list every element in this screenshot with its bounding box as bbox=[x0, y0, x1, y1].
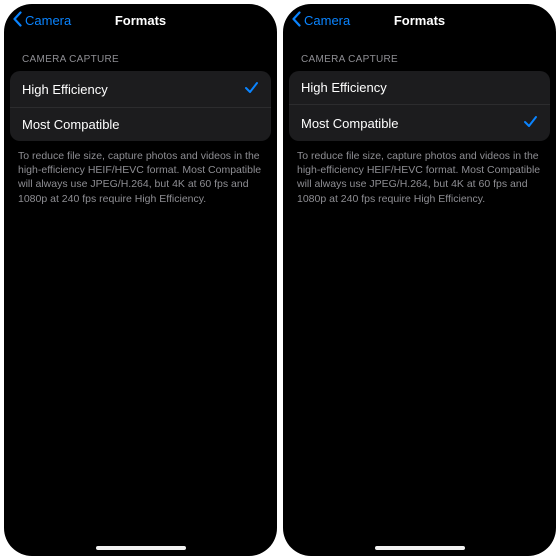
options-list: High Efficiency Most Compatible bbox=[289, 71, 550, 141]
option-label: High Efficiency bbox=[22, 82, 108, 97]
back-button[interactable]: Camera bbox=[12, 11, 71, 30]
checkmark-icon bbox=[523, 114, 538, 132]
back-label: Camera bbox=[25, 13, 71, 28]
back-label: Camera bbox=[304, 13, 350, 28]
option-label: High Efficiency bbox=[301, 80, 387, 95]
option-high-efficiency[interactable]: High Efficiency bbox=[289, 71, 550, 104]
footer-text: To reduce file size, capture photos and … bbox=[4, 141, 277, 214]
chevron-left-icon bbox=[291, 11, 302, 30]
section-header: CAMERA CAPTURE bbox=[283, 36, 556, 71]
navbar: Camera Formats bbox=[4, 4, 277, 36]
home-indicator[interactable] bbox=[96, 546, 186, 550]
option-high-efficiency[interactable]: High Efficiency bbox=[10, 71, 271, 107]
option-most-compatible[interactable]: Most Compatible bbox=[289, 104, 550, 141]
option-label: Most Compatible bbox=[22, 117, 120, 132]
phone-screen-right: Camera Formats CAMERA CAPTURE High Effic… bbox=[283, 4, 556, 556]
option-label: Most Compatible bbox=[301, 116, 399, 131]
chevron-left-icon bbox=[12, 11, 23, 30]
section-header: CAMERA CAPTURE bbox=[4, 36, 277, 71]
back-button[interactable]: Camera bbox=[291, 11, 350, 30]
page-title: Formats bbox=[115, 13, 166, 28]
option-most-compatible[interactable]: Most Compatible bbox=[10, 107, 271, 141]
home-indicator[interactable] bbox=[375, 546, 465, 550]
phone-screen-left: Camera Formats CAMERA CAPTURE High Effic… bbox=[4, 4, 277, 556]
footer-text: To reduce file size, capture photos and … bbox=[283, 141, 556, 214]
checkmark-icon bbox=[244, 80, 259, 98]
options-list: High Efficiency Most Compatible bbox=[10, 71, 271, 141]
page-title: Formats bbox=[394, 13, 445, 28]
navbar: Camera Formats bbox=[283, 4, 556, 36]
